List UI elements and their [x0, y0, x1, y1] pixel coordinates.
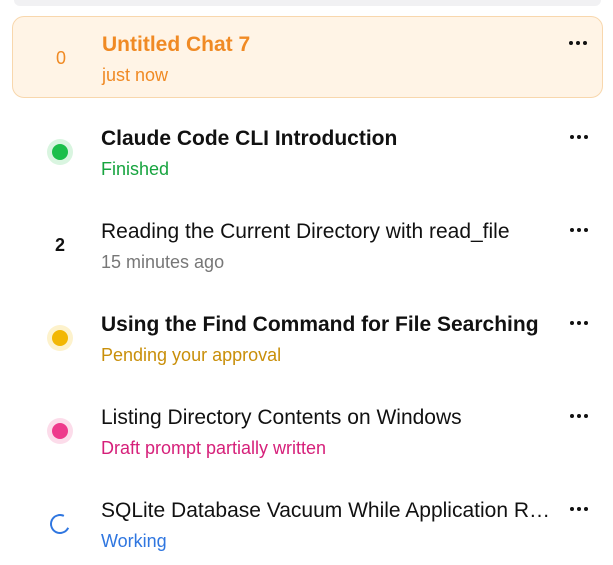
- chat-status: Pending your approval: [101, 345, 282, 365]
- chat-title: SQLite Database Vacuum While Application…: [101, 499, 556, 522]
- chat-list: 0 Untitled Chat 7 just now Claude Code C…: [0, 0, 613, 565]
- chat-item[interactable]: 2 Reading the Current Directory with rea…: [12, 204, 603, 286]
- chat-status: 15 minutes ago: [101, 252, 225, 272]
- chat-status: Finished: [101, 159, 170, 179]
- more-options-icon[interactable]: [565, 219, 593, 241]
- status-dot-ring: [47, 325, 73, 351]
- chat-item[interactable]: Using the Find Command for File Searchin…: [12, 297, 603, 379]
- more-options-icon[interactable]: [564, 32, 592, 54]
- unread-count: 0: [48, 45, 74, 71]
- spinner-icon: [47, 511, 73, 537]
- loading-spinner-icon: [47, 511, 73, 537]
- status-dot: [47, 325, 73, 351]
- chat-item[interactable]: Listing Directory Contents on Windows Dr…: [12, 390, 603, 472]
- unread-count-value: 0: [55, 47, 66, 68]
- chat-status: just now: [102, 65, 169, 85]
- more-options-icon[interactable]: [565, 312, 593, 334]
- unread-count: 2: [47, 232, 73, 258]
- chat-title: Listing Directory Contents on Windows: [101, 406, 462, 429]
- status-dot: [47, 139, 73, 165]
- status-dot-ring: [47, 418, 73, 444]
- chat-title: Claude Code CLI Introduction: [101, 127, 398, 150]
- status-dot-icon: [52, 330, 68, 346]
- chat-status: Working: [101, 531, 167, 551]
- status-dot-icon: [52, 423, 68, 439]
- more-options-icon[interactable]: [565, 405, 593, 427]
- chat-item[interactable]: 0 Untitled Chat 7 just now: [12, 16, 603, 98]
- more-options-icon[interactable]: [565, 498, 593, 520]
- chat-title: Reading the Current Directory with read_…: [101, 220, 510, 243]
- chat-title: Untitled Chat 7: [102, 33, 251, 56]
- status-dot-icon: [52, 144, 68, 160]
- chat-title: Using the Find Command for File Searchin…: [101, 313, 539, 336]
- chat-status: Draft prompt partially written: [101, 438, 327, 458]
- unread-count-value: 2: [54, 234, 65, 255]
- status-dot-ring: [47, 139, 73, 165]
- chat-item[interactable]: Claude Code CLI Introduction Finished: [12, 111, 603, 193]
- status-dot: [47, 418, 73, 444]
- more-options-icon[interactable]: [565, 126, 593, 148]
- chat-item[interactable]: SQLite Database Vacuum While Application…: [12, 483, 603, 565]
